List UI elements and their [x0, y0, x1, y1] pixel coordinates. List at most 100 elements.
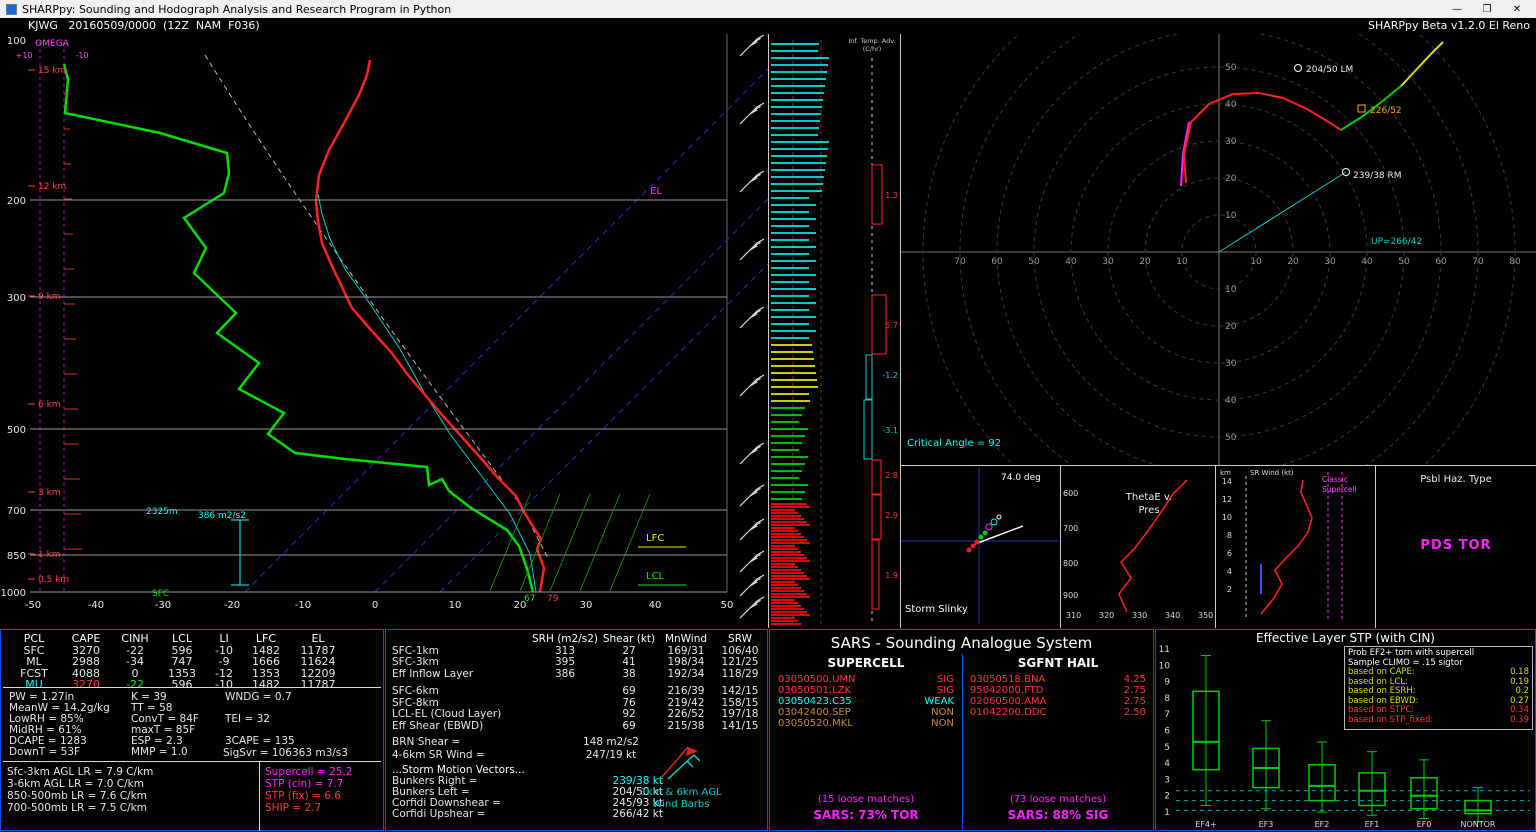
prob-title: Prob EF2+ torn with supercell [1348, 648, 1475, 658]
thetae-title-1: ThetaE v. [1125, 492, 1172, 503]
sars-match[interactable]: 01042200.DDC 2.50 [970, 707, 1146, 718]
temp-adv-value: 1.9 [885, 571, 898, 580]
hazard-value: PDS TOR [1420, 538, 1492, 553]
thetae-x-tick: 320 [1099, 611, 1114, 620]
sars-title: SARS - Sounding Analogue System [830, 634, 1093, 652]
temp-adv-value: 5.7 [885, 321, 898, 330]
thermo-panel[interactable]: PCL CAPE CINH LCL LI LFC EL SFC 3270 -22 596 -10 148… [0, 629, 384, 831]
sars-supercell-loose: (15 loose matches) [817, 794, 915, 805]
temp-tick-label: 40 [649, 600, 662, 611]
hodo-ring-label: 20 [1139, 257, 1151, 267]
temp-adv-value: 2.9 [885, 511, 898, 520]
temperature-trace [314, 59, 546, 593]
srwind-inset[interactable]: SR Wind (kt) km Classic Supercell 14 12 10… [1215, 465, 1375, 628]
pcl-lfc: 1666 [252, 655, 280, 668]
kinematics-panel[interactable]: SRH (m2/s2) Shear (kt) MnWind SRW SFC-1km 313… [385, 629, 768, 831]
composite-indices: Supercell = 25.2 STP (cin) = 7.7 STP (fix)… [265, 766, 352, 814]
stp-y-tick: 1 [1164, 808, 1170, 818]
hodo-ring-label: 20 [1225, 174, 1237, 184]
sars-match[interactable]: 03042400.SEP NON [778, 707, 954, 718]
close-button[interactable]: ✕ [1502, 4, 1532, 15]
temp-adv-bar [871, 164, 883, 225]
sars-match-value: SIG [936, 674, 954, 685]
minimize-button[interactable]: — [1442, 4, 1472, 15]
sars-match[interactable]: 03050518.BNA 4.25 [970, 674, 1146, 685]
pressure-tick-label: 1000 [1, 588, 26, 599]
composite-index: SHIP = 2.7 [265, 802, 322, 814]
temp-adv-bar [871, 539, 880, 610]
slinky-dot [970, 543, 976, 549]
omega-plus-label: +10 [16, 51, 33, 60]
isotherm-line [244, 68, 768, 593]
height-label: 3 km [38, 488, 61, 498]
lm-label: 204/50 LM [1306, 65, 1353, 75]
sars-match[interactable]: 03050520.MKL NON [778, 718, 954, 729]
prob-label: based on STP_fixed: [1348, 714, 1434, 725]
stp-y-tick: 6 [1164, 727, 1170, 737]
prob-row: based on STP_fixed: 0.39 [1348, 714, 1529, 726]
stp-category-label: EF1 [1365, 820, 1380, 829]
version-label: SHARPpy Beta v1.2.0 El Reno [1367, 19, 1530, 32]
lm-marker[interactable] [1294, 64, 1302, 72]
pressure-tick-label: 100 [7, 36, 26, 47]
srwind-y-tick: 6 [1227, 549, 1232, 558]
stp-category-label: EF0 [1417, 820, 1432, 829]
thetae-inset[interactable]: ThetaE v. Pres 600 700 800 900 310 320 330 340 3… [1060, 465, 1215, 628]
sars-match[interactable]: 03050501.LZK SIG [778, 685, 954, 696]
pcl-cinh: -22 [126, 678, 144, 691]
app-icon [6, 3, 17, 15]
sars-hail-header: SGFNT HAIL [1017, 656, 1099, 670]
temp-tick-label: 10 [449, 600, 462, 611]
height-label: 6 km [38, 400, 61, 410]
sars-match-id: 03050500.UMN [778, 674, 856, 685]
hodo-ring-label: 50 [1028, 257, 1040, 267]
storm-slinky-inset[interactable]: 74.0 deg Storm Slinky [900, 465, 1060, 628]
hodo-ring-label: 70 [1472, 257, 1484, 267]
sharppy-window: SHARPpy: Sounding and Hodograph Analysis… [0, 0, 1536, 832]
hodo-ring-label: 40 [1225, 396, 1237, 406]
thermo-stat: MMP = 1.0 [131, 746, 188, 758]
barb-flag [686, 747, 698, 756]
window-titlebar: SHARPpy: Sounding and Hodograph Analysis… [0, 0, 1536, 18]
pcl-name: ML [26, 655, 42, 668]
maximize-button[interactable]: ❐ [1472, 4, 1502, 15]
mean-wind-marker[interactable] [1357, 104, 1366, 113]
thetae-y-tick: 700 [1063, 524, 1078, 533]
isotherm-line [374, 198, 768, 593]
eff-inflow-srh-label: 386 m2/s2 [198, 511, 246, 521]
lfc-label: LFC [646, 533, 664, 544]
thetae-x-tick: 340 [1165, 611, 1180, 620]
sars-match[interactable]: 95042000.FTD 2.75 [970, 685, 1146, 696]
pcl-cinh: -34 [126, 655, 144, 668]
temp-adv-bar [865, 354, 873, 400]
divider [3, 761, 381, 762]
parcel-trace [204, 54, 549, 559]
hodo-ring-label: 30 [1324, 257, 1336, 267]
sars-hail-result: SARS: 88% SIG [1007, 808, 1109, 822]
pcl-cape: 3270 [72, 678, 100, 691]
hodo-ring-label: 50 [1225, 63, 1237, 73]
composite-index: Supercell = 25.2 [265, 766, 353, 778]
skewt-plot[interactable]: OMEGA +10 -10 EL LFC LCL 2325m 386 m2/s2… [0, 34, 768, 628]
sars-match[interactable]: 03050423.C35 WEAK [778, 696, 954, 707]
srwind-y-tick: 8 [1227, 531, 1232, 540]
sars-panel[interactable]: SARS - Sounding Analogue System SUPERCEL… [769, 629, 1154, 831]
omega-title: OMEGA [35, 39, 70, 49]
stp-category-label: NONTOR [1460, 820, 1495, 829]
pcl-header: CAPE [71, 632, 101, 645]
hodo-ring-label: 60 [1435, 257, 1447, 267]
height-label: 12 km [38, 182, 66, 192]
temp-tick-label: -50 [25, 600, 41, 611]
stp-panel[interactable]: Effective Layer STP (with CIN) 11 10 9 8 7 6 5… [1155, 629, 1536, 831]
sars-match[interactable]: 02060500.AMA 2.75 [970, 696, 1146, 707]
sars-match[interactable]: 03050500.UMN SIG [778, 674, 954, 685]
storm-slinky-plot: 74.0 deg Storm Slinky [901, 468, 1059, 624]
sars-match-value: 2.50 [1123, 707, 1146, 718]
wind-speed-profile[interactable] [768, 34, 845, 628]
moist-adiabat [519, 493, 561, 592]
srwind-y-tick: 4 [1227, 567, 1232, 576]
thermo-col-2: K = 39 TT = 58 ConvT = 84F maxT = 85F ESP = … [131, 692, 199, 758]
hazard-inset[interactable]: Psbl Haz. Type PDS TOR [1375, 465, 1536, 628]
stp-title: Effective Layer STP (with CIN) [1256, 631, 1435, 645]
hodograph[interactable]: 10 10 10 10 20 20 20 20 30 30 30 30 40 40 40 40 50 50 50 50… [900, 34, 1536, 465]
